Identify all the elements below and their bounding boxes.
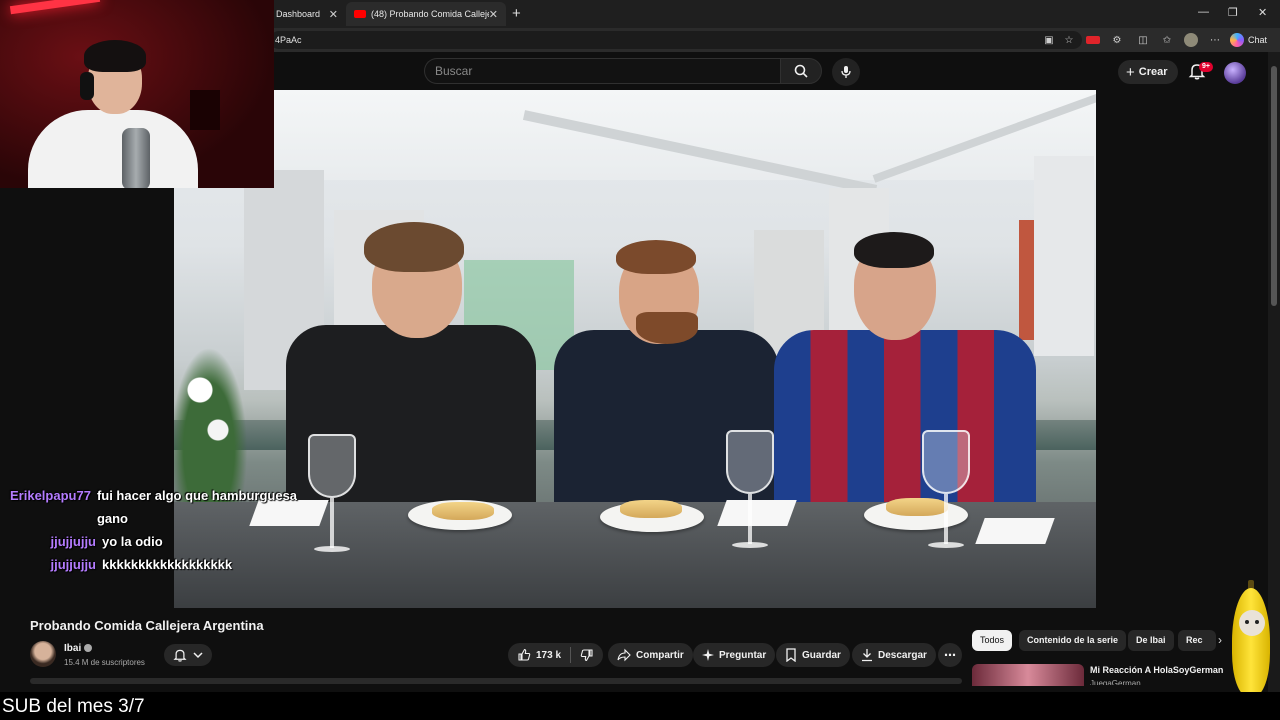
- chat-label: Chat: [1248, 35, 1268, 45]
- thumbs-down-icon[interactable]: [580, 648, 594, 662]
- chat-username: jjujjujju: [50, 534, 97, 549]
- video-scene-napkin: [975, 518, 1055, 544]
- scrollbar-thumb[interactable]: [1271, 66, 1277, 306]
- download-button[interactable]: Descargar: [852, 643, 936, 667]
- copilot-chat-button[interactable]: Chat: [1230, 32, 1267, 48]
- save-label: Guardar: [802, 649, 841, 661]
- chevron-right-icon[interactable]: ›: [1218, 633, 1222, 647]
- save-button[interactable]: Guardar: [776, 643, 850, 667]
- recommendation-title[interactable]: Mi Reacción A HolaSoyGerman: [1090, 665, 1223, 675]
- stream-chat-overlay: Erikelpapu77 fui hacer algo que hamburgu…: [10, 484, 330, 576]
- thumbs-up-icon[interactable]: [517, 648, 531, 662]
- extensions-icon[interactable]: ⚙: [1110, 33, 1124, 47]
- headset-icon: [80, 72, 94, 100]
- bell-icon: [173, 649, 187, 662]
- voice-search-button[interactable]: [832, 58, 860, 86]
- new-tab-button[interactable]: +: [512, 5, 521, 22]
- close-icon[interactable]: ✕: [1258, 6, 1267, 19]
- video-scene-glass: [922, 430, 970, 550]
- tab-dashboard[interactable]: Dashboard ✕: [268, 2, 346, 26]
- bookmark-icon: [786, 648, 796, 662]
- banana-cat-overlay: [1226, 580, 1276, 698]
- youtube-icon: [354, 10, 366, 18]
- address-input[interactable]: 4PaAc: [270, 31, 1082, 49]
- tab-label: (48) Probando Comida Callejera A: [371, 9, 489, 19]
- chat-message: jjujjujju kkkkkkkkkkkkkkkkkk: [10, 553, 330, 576]
- channel-name[interactable]: Ibai: [64, 643, 93, 654]
- tab-video[interactable]: (48) Probando Comida Callejera A ✕: [346, 2, 506, 26]
- video-scene-glass: [726, 430, 774, 550]
- chevron-down-icon: [193, 652, 203, 659]
- more-actions-button[interactable]: ⋯: [938, 643, 962, 667]
- minimize-icon[interactable]: —: [1198, 6, 1209, 18]
- chip-all[interactable]: Todos: [972, 630, 1013, 651]
- chat-text: yo la odio: [102, 534, 163, 549]
- channel-name-text: Ibai: [64, 643, 82, 654]
- tab-label: Dashboard: [276, 9, 321, 19]
- sparkle-icon: [702, 649, 714, 661]
- download-label: Descargar: [878, 649, 927, 661]
- chat-text: kkkkkkkkkkkkkkkkkk: [102, 557, 233, 572]
- create-label: Crear: [1138, 66, 1168, 78]
- stream-sub-bar: SUB del mes 3/7: [0, 692, 1280, 720]
- webcam-scene-body: [28, 110, 198, 188]
- plus-icon: +: [1126, 63, 1135, 81]
- video-scene-food: [620, 500, 682, 518]
- profile-icon[interactable]: [1184, 33, 1198, 47]
- share-label: Compartir: [636, 649, 684, 661]
- like-dislike-group: 173 k: [508, 643, 604, 667]
- chat-text: fui hacer algo que hamburguesa gano: [96, 488, 298, 526]
- recommendation-channel: JuegaGerman: [1090, 679, 1141, 685]
- split-screen-icon[interactable]: ◫: [1136, 33, 1150, 47]
- account-avatar[interactable]: [1224, 62, 1246, 84]
- download-icon: [862, 649, 872, 662]
- chip-from-channel[interactable]: De Ibai: [1128, 630, 1174, 651]
- close-icon[interactable]: ✕: [489, 8, 498, 21]
- more-icon[interactable]: ⋯: [1208, 33, 1222, 47]
- subscription-bell-button[interactable]: [164, 644, 212, 666]
- webcam-scene-light: [9, 0, 101, 15]
- recommendation-thumbnail[interactable]: [972, 664, 1084, 686]
- search-icon: [794, 64, 808, 78]
- create-button[interactable]: + Crear: [1118, 60, 1178, 84]
- ask-button[interactable]: Preguntar: [693, 643, 776, 667]
- chat-username: jjujjujju: [50, 557, 97, 572]
- star-icon[interactable]: ☆: [1062, 33, 1076, 47]
- share-button[interactable]: Compartir: [608, 643, 693, 667]
- chip-series[interactable]: Contenido de la serie: [1019, 630, 1127, 651]
- ask-label: Preguntar: [719, 649, 767, 661]
- horizontal-scrollbar[interactable]: [30, 678, 962, 684]
- subscriber-count: 15.4 M de suscriptores: [64, 658, 145, 667]
- webcam-scene-bottle: [122, 128, 150, 188]
- sub-goal-text: SUB del mes 3/7: [2, 696, 145, 717]
- video-scene-building: [1034, 156, 1094, 356]
- chat-username: Erikelpapu77: [10, 488, 91, 503]
- copilot-icon: [1230, 33, 1244, 47]
- microphone-icon: [841, 66, 851, 78]
- chat-message: jjujjujju yo la odio: [10, 530, 330, 553]
- video-scene-food: [432, 502, 494, 520]
- chip-recent[interactable]: Rec: [1178, 630, 1216, 651]
- close-icon[interactable]: ✕: [329, 8, 338, 21]
- like-count[interactable]: 173 k: [536, 650, 561, 661]
- video-title: Probando Comida Callejera Argentina: [30, 618, 264, 633]
- tab-search-icon[interactable]: ▣: [1042, 33, 1056, 47]
- streamer-webcam: [0, 0, 274, 188]
- share-icon: [617, 648, 631, 662]
- webcam-scene-hair: [84, 40, 146, 72]
- search-input[interactable]: Buscar: [424, 58, 780, 84]
- verified-icon: [84, 644, 93, 653]
- search-button[interactable]: [780, 58, 822, 84]
- extension-badge-icon[interactable]: [1086, 33, 1100, 47]
- webcam-scene-shelf: [190, 90, 220, 130]
- channel-avatar[interactable]: [30, 641, 56, 667]
- more-horizontal-icon: ⋯: [944, 648, 956, 662]
- restore-icon[interactable]: ❐: [1228, 6, 1238, 19]
- notification-badge: 9+: [1199, 62, 1213, 72]
- divider: [570, 647, 572, 663]
- favorites-icon[interactable]: ✩: [1160, 33, 1174, 47]
- chat-message: Erikelpapu77 fui hacer algo que hamburgu…: [10, 484, 330, 530]
